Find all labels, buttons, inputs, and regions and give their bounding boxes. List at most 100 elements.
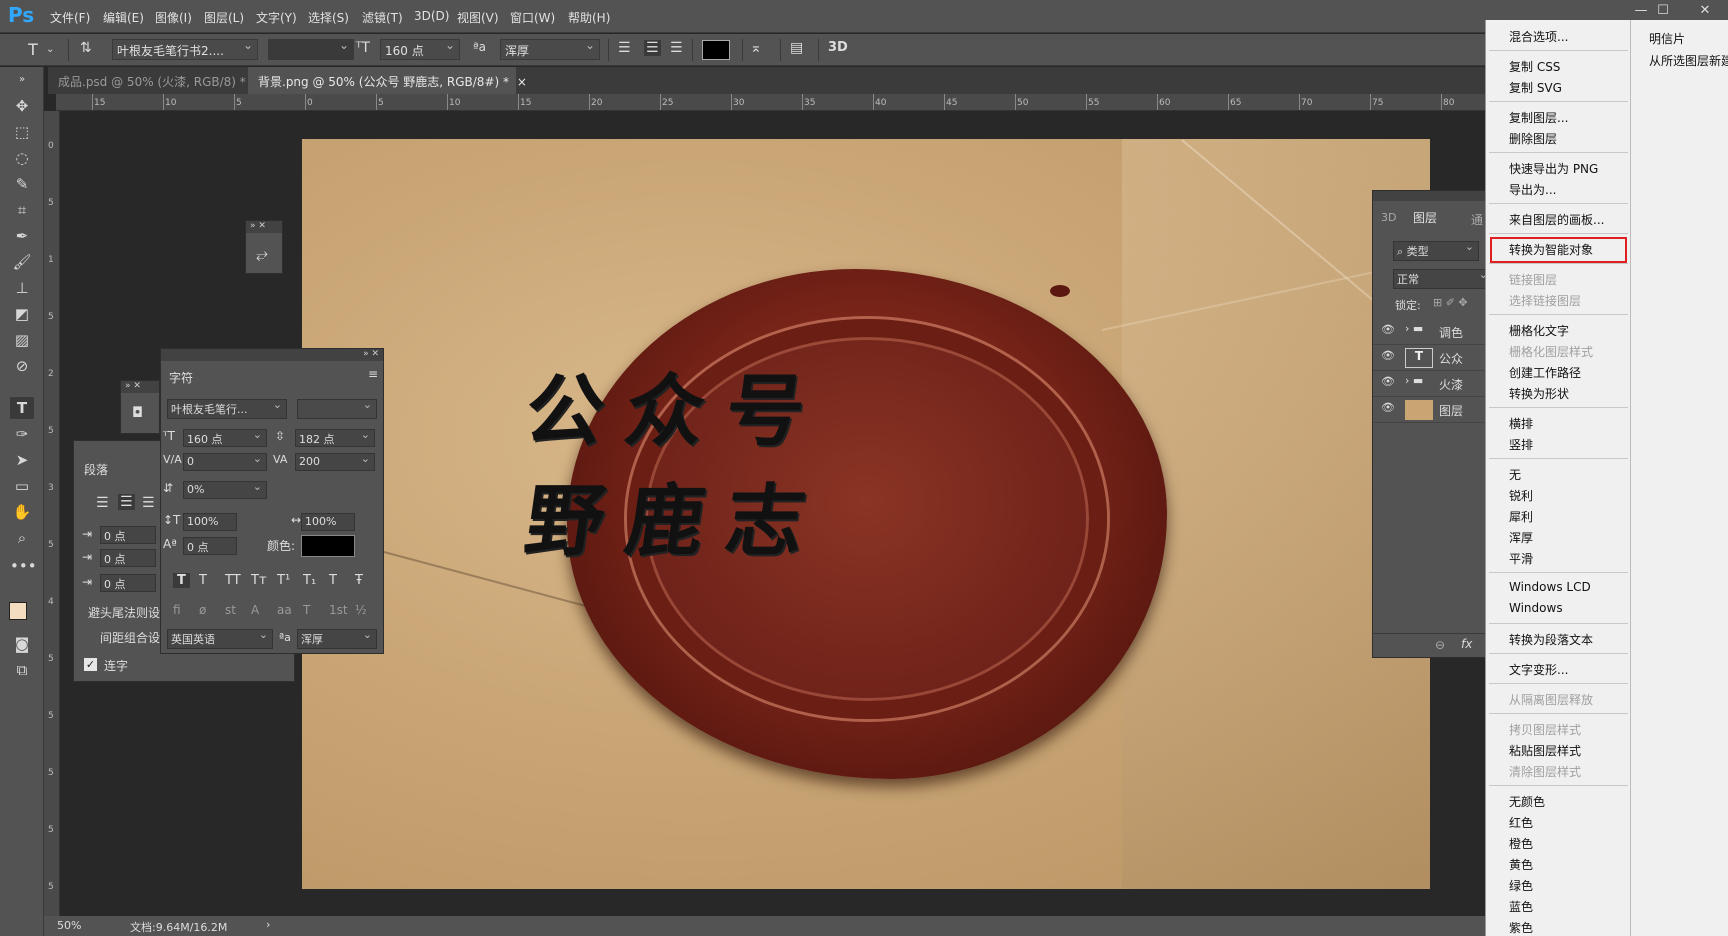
menu-1[interactable]: 编辑(E): [103, 9, 144, 26]
maximize-button[interactable]: ☐: [1650, 3, 1676, 19]
opentype-button[interactable]: st: [225, 603, 236, 617]
canvas-text-line2[interactable]: 野鹿志: [519, 459, 835, 571]
history-icon[interactable]: ⥂: [256, 245, 268, 263]
context-menu-item[interactable]: 绿色: [1509, 877, 1533, 894]
space-before-field[interactable]: 0 点: [100, 574, 156, 592]
canvas-text-line1[interactable]: 公众号: [519, 349, 835, 461]
menu-4[interactable]: 文字(Y): [256, 9, 297, 26]
language-select[interactable]: 英国英语: [167, 629, 273, 649]
more-tools-icon[interactable]: •••: [10, 555, 37, 577]
visibility-eye-icon[interactable]: 👁: [1381, 323, 1395, 336]
close-tab-icon[interactable]: ×: [517, 75, 527, 89]
antialias-select[interactable]: 浑厚: [500, 39, 600, 60]
warp-text-icon[interactable]: ⌅: [750, 40, 762, 56]
zoom-level[interactable]: 50%: [57, 919, 81, 932]
toggle-orientation-icon[interactable]: ⇅: [80, 40, 92, 56]
context-menu-item[interactable]: 黄色: [1509, 856, 1533, 873]
style-button[interactable]: T: [173, 573, 190, 588]
tab-background-png[interactable]: 背景.png @ 50% (公众号 野鹿志, RGB/8#) * ×: [248, 67, 527, 94]
dodge-tool-icon[interactable]: ⊘: [10, 355, 34, 377]
style-button[interactable]: Tт: [251, 573, 267, 588]
eyedropper-icon[interactable]: ✒: [10, 225, 34, 247]
char-color-swatch[interactable]: [301, 535, 355, 557]
chevron-down-icon[interactable]: ⌄: [46, 44, 54, 55]
context-menu-item[interactable]: 混合选项...: [1509, 28, 1568, 45]
context-menu-item[interactable]: 文字变形...: [1509, 661, 1568, 678]
paragraph-styles-icon[interactable]: ◘: [132, 405, 143, 421]
blend-mode-select[interactable]: 正常: [1393, 269, 1491, 289]
link-layers-icon[interactable]: ⊖: [1435, 638, 1445, 652]
context-menu-item[interactable]: 蓝色: [1509, 898, 1533, 915]
layer-filter-select[interactable]: ⌕ 类型: [1393, 241, 1479, 261]
context-menu-item[interactable]: 创建工作路径: [1509, 364, 1581, 381]
indent-first-field[interactable]: 0 点: [100, 549, 156, 567]
context-menu-item[interactable]: 删除图层: [1509, 130, 1557, 147]
opentype-button[interactable]: 1st: [329, 603, 348, 617]
menu-9[interactable]: 窗口(W): [510, 9, 555, 26]
marquee-tool-icon[interactable]: ⬚: [10, 121, 34, 143]
context-menu-item[interactable]: 导出为...: [1509, 181, 1556, 198]
style-button[interactable]: T₁: [303, 573, 316, 588]
context-menu-item[interactable]: 浑厚: [1509, 529, 1533, 546]
layer-row[interactable]: 👁 T 公众: [1373, 345, 1491, 371]
postcard-item[interactable]: 明信片: [1649, 30, 1685, 47]
context-menu-item[interactable]: 紫色: [1509, 919, 1533, 936]
hyphenate-checkbox[interactable]: ✓: [84, 658, 97, 671]
character-tab[interactable]: 字符: [169, 369, 193, 386]
char-baseline-shift[interactable]: 0 点: [183, 537, 237, 555]
document-canvas-image[interactable]: 公众号 野鹿志: [302, 139, 1430, 889]
context-menu-item[interactable]: 复制图层...: [1509, 109, 1568, 126]
context-menu-item[interactable]: 竖排: [1509, 436, 1533, 453]
context-menu-item[interactable]: 横排: [1509, 415, 1533, 432]
gradient-tool-icon[interactable]: ▨: [10, 329, 34, 351]
fx-icon[interactable]: fx: [1461, 637, 1472, 651]
menu-0[interactable]: 文件(F): [50, 9, 90, 26]
char-tsume[interactable]: 0%: [183, 481, 267, 499]
stamp-tool-icon[interactable]: ⊥: [10, 277, 34, 299]
context-menu-item[interactable]: 复制 CSS: [1509, 58, 1560, 75]
tab-channels[interactable]: 通: [1471, 211, 1483, 228]
char-leading[interactable]: 182 点: [295, 429, 375, 447]
indent-left-field[interactable]: 0 点: [100, 526, 156, 544]
opentype-button[interactable]: ø: [199, 603, 206, 617]
char-vertical-scale[interactable]: 100%: [183, 513, 237, 531]
context-menu-item[interactable]: 粘贴图层样式: [1509, 742, 1581, 759]
style-button[interactable]: T: [329, 573, 337, 588]
context-menu-item[interactable]: 快速导出为 PNG: [1509, 160, 1598, 177]
brush-tool-icon[interactable]: 🖌: [10, 251, 34, 273]
style-button[interactable]: T¹: [277, 573, 290, 588]
quick-selection-icon[interactable]: ✎: [10, 173, 34, 195]
char-font-style[interactable]: [297, 399, 377, 419]
char-font-size[interactable]: 160 点: [183, 429, 267, 447]
align-center-icon[interactable]: ☰: [644, 40, 661, 56]
context-menu-item[interactable]: 橙色: [1509, 835, 1533, 852]
char-tracking[interactable]: 200: [295, 453, 375, 471]
pen-tool-icon[interactable]: ✑: [10, 423, 34, 445]
char-antialias-select[interactable]: 浑厚: [297, 629, 377, 649]
context-menu-item[interactable]: 犀利: [1509, 508, 1533, 525]
panel-menu-icon[interactable]: ≡: [368, 367, 378, 381]
context-menu-item[interactable]: 栅格化文字: [1509, 322, 1569, 339]
opentype-button[interactable]: ½: [355, 603, 367, 617]
align-left-icon[interactable]: ☰: [96, 495, 109, 511]
eraser-tool-icon[interactable]: ◩: [10, 303, 34, 325]
lock-icons[interactable]: ⊞ ✐ ✥: [1433, 296, 1468, 309]
context-menu-item[interactable]: 无: [1509, 466, 1521, 483]
context-menu-item[interactable]: 来自图层的画板...: [1509, 211, 1604, 228]
paragraph-tab[interactable]: 段落: [84, 461, 108, 478]
align-right-icon[interactable]: ☰: [142, 495, 155, 511]
status-menu-arrow[interactable]: ›: [266, 918, 270, 931]
context-menu-item[interactable]: 转换为形状: [1509, 385, 1569, 402]
context-menu-item[interactable]: 转换为段落文本: [1509, 631, 1593, 648]
foreground-color-swatch[interactable]: [9, 602, 27, 620]
opentype-button[interactable]: fi: [173, 603, 181, 617]
layer-row[interactable]: 👁 › ▬ 调色: [1373, 319, 1491, 345]
visibility-eye-icon[interactable]: 👁: [1381, 349, 1395, 362]
style-button[interactable]: T: [199, 573, 207, 588]
rectangle-tool-icon[interactable]: ▭: [10, 475, 34, 497]
layer-row[interactable]: 👁 › ▬ 火漆: [1373, 371, 1491, 397]
opentype-button[interactable]: T: [303, 603, 310, 617]
type-tool-icon[interactable]: T: [28, 40, 38, 59]
char-font-family[interactable]: 叶根友毛笔行...: [167, 399, 287, 419]
text-color-swatch[interactable]: [702, 40, 730, 60]
